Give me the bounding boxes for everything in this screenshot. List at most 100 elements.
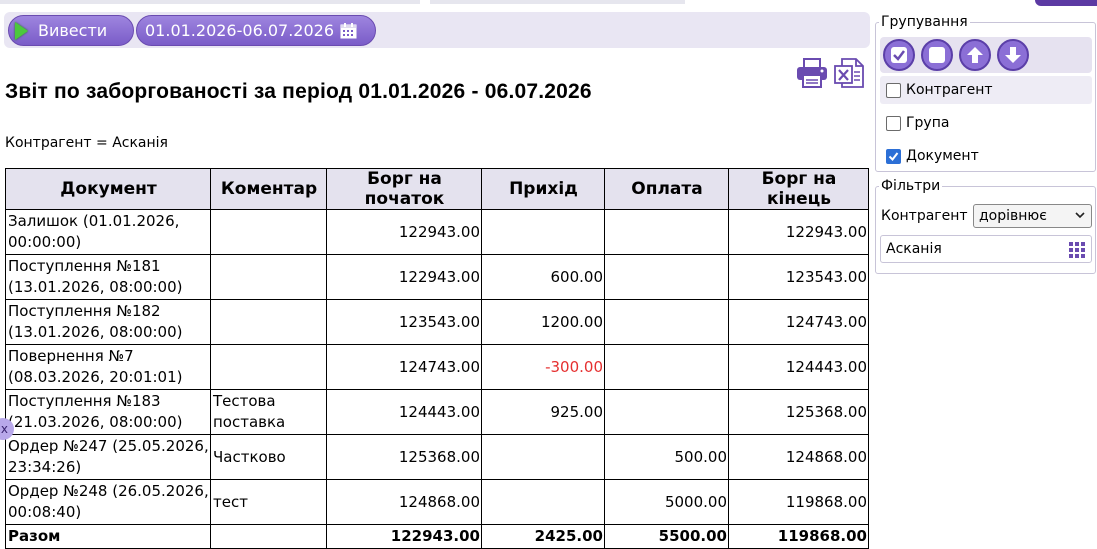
cell-comment: Тестова поставка [210,389,327,435]
cell-start-debt: 124868.00 [326,479,482,525]
report-title: Звіт по заборгованості за період 01.01.2… [5,80,592,103]
table-row: Залишок (01.01.2026, 00:00:00) 122943.00 12… [5,209,869,255]
arrow-down-icon [1005,47,1021,63]
cell-comment [210,299,327,345]
column-header-start-debt: Борг на початок [326,168,482,210]
filter-value-field[interactable]: Асканія [880,235,1092,263]
checkbox-icon[interactable] [886,115,901,131]
tab-strip-left [0,0,420,4]
excel-icon[interactable] [834,58,864,88]
checkbox-checked-icon[interactable] [886,148,901,164]
cell-end-debt: 123543.00 [728,254,869,300]
cell-end-debt: 124868.00 [728,434,869,480]
cell-document: Ордер №248 (26.05.2026, 00:08:40) [5,479,211,525]
cell-comment [210,209,327,255]
cell-start-debt: 125368.00 [326,434,482,480]
cell-start-debt: 122943.00 [326,209,482,255]
table-row: Поступлення №182 (13.01.2026, 08:00:00) 12… [5,299,869,345]
cell-start-debt: 124443.00 [326,389,482,435]
cell-start-debt: 124743.00 [326,344,482,390]
cell-end-debt: 119868.00 [728,479,869,525]
cell-comment [210,344,327,390]
cell-payment [604,209,729,255]
total-start-debt: 122943.00 [326,524,482,549]
checkbox-empty-icon [929,47,945,63]
table-row: Поступлення №181 (13.01.2026, 08:00:00) 12… [5,254,869,300]
cell-payment: 5000.00 [604,479,729,525]
table-row: Ордер №247 (25.05.2026, 23:34:26) Частково… [5,434,869,480]
total-comment [210,524,327,549]
print-icon[interactable] [796,58,828,88]
total-payment: 5500.00 [604,524,729,549]
column-header-payment: Оплата [604,168,729,210]
filter-value-text: Асканія [886,241,942,257]
cell-income [481,434,605,480]
grouping-option[interactable]: Документ [880,142,1092,170]
total-label: Разом [5,524,211,549]
cell-income: 925.00 [481,389,605,435]
cell-payment [604,254,729,300]
grouping-legend: Групування [879,14,970,30]
uncheck-all-button[interactable] [921,39,953,71]
report-toolbar: Вивести 01.01.2026-06.07.2026 [4,12,870,48]
cell-payment: 500.00 [604,434,729,480]
run-button-label: Вивести [38,21,108,40]
table-header-row: Документ Коментар Борг на початок Прихід… [5,168,869,210]
total-income: 2425.00 [481,524,605,549]
cell-income: 1200.00 [481,299,605,345]
filter-operator-value: дорівнює [979,208,1047,224]
table-row: Поступлення №183 (21.03.2026, 08:00:00) Те… [5,389,869,435]
check-all-button[interactable] [883,39,915,71]
grouping-option[interactable]: Група [880,109,1092,137]
cell-comment: тест [210,479,327,525]
grouping-panel: Групування Контрагент Група Документ [875,14,1096,172]
cell-payment [604,299,729,345]
cell-income: 600.00 [481,254,605,300]
top-strip [0,0,1097,6]
report-table: Документ Коментар Борг на початок Прихід… [5,168,869,549]
cell-document: Повернення №7 (08.03.2026, 20:01:01) [5,344,211,390]
checkbox-checked-icon [891,47,907,63]
cell-document: Поступлення №181 (13.01.2026, 08:00:00) [5,254,211,300]
checkbox-icon[interactable] [886,82,901,98]
filter-summary: Контрагент = Асканія [5,135,168,151]
table-total-row: Разом 122943.00 2425.00 5500.00 119868.00 [5,524,869,549]
grouping-option-label: Контрагент [906,82,993,98]
cell-comment [210,254,327,300]
filters-legend: Фільтри [879,178,943,194]
cell-document: Залишок (01.01.2026, 00:00:00) [5,209,211,255]
column-header-income: Прихід [481,168,605,210]
cell-income [481,209,605,255]
column-header-end-debt: Борг на кінець [728,168,869,210]
cell-comment: Частково [210,434,327,480]
move-up-button[interactable] [959,39,991,71]
grouping-option-label: Документ [906,148,979,164]
chevron-down-icon [1075,212,1085,219]
cell-income [481,479,605,525]
run-button[interactable]: Вивести [8,15,134,46]
period-button[interactable]: 01.01.2026-06.07.2026 [136,15,376,46]
total-end-debt: 119868.00 [728,524,869,549]
grouping-toolbar [880,37,1092,73]
move-down-button[interactable] [997,39,1029,71]
grouping-option[interactable]: Контрагент [880,76,1092,104]
cell-payment [604,344,729,390]
grid-picker-icon[interactable] [1069,242,1085,258]
table-row: Повернення №7 (08.03.2026, 20:01:01) 12474… [5,344,869,390]
play-icon [15,21,28,40]
cell-document: Поступлення №182 (13.01.2026, 08:00:00) [5,299,211,345]
cell-document: Поступлення №183 (21.03.2026, 08:00:00) [5,389,211,435]
cell-end-debt: 124743.00 [728,299,869,345]
cell-income: -300.00 [481,344,605,390]
cell-end-debt: 122943.00 [728,209,869,255]
column-header-document: Документ [5,168,211,210]
cell-end-debt: 125368.00 [728,389,869,435]
cell-start-debt: 123543.00 [326,299,482,345]
column-header-comment: Коментар [210,168,327,210]
filter-operator-select[interactable]: дорівнює [973,204,1092,228]
tab-strip-right [430,0,685,4]
cell-end-debt: 124443.00 [728,344,869,390]
period-label: 01.01.2026-06.07.2026 [145,21,334,40]
corner-tab[interactable] [1035,0,1097,6]
filter-field-label: Контрагент [881,208,968,224]
